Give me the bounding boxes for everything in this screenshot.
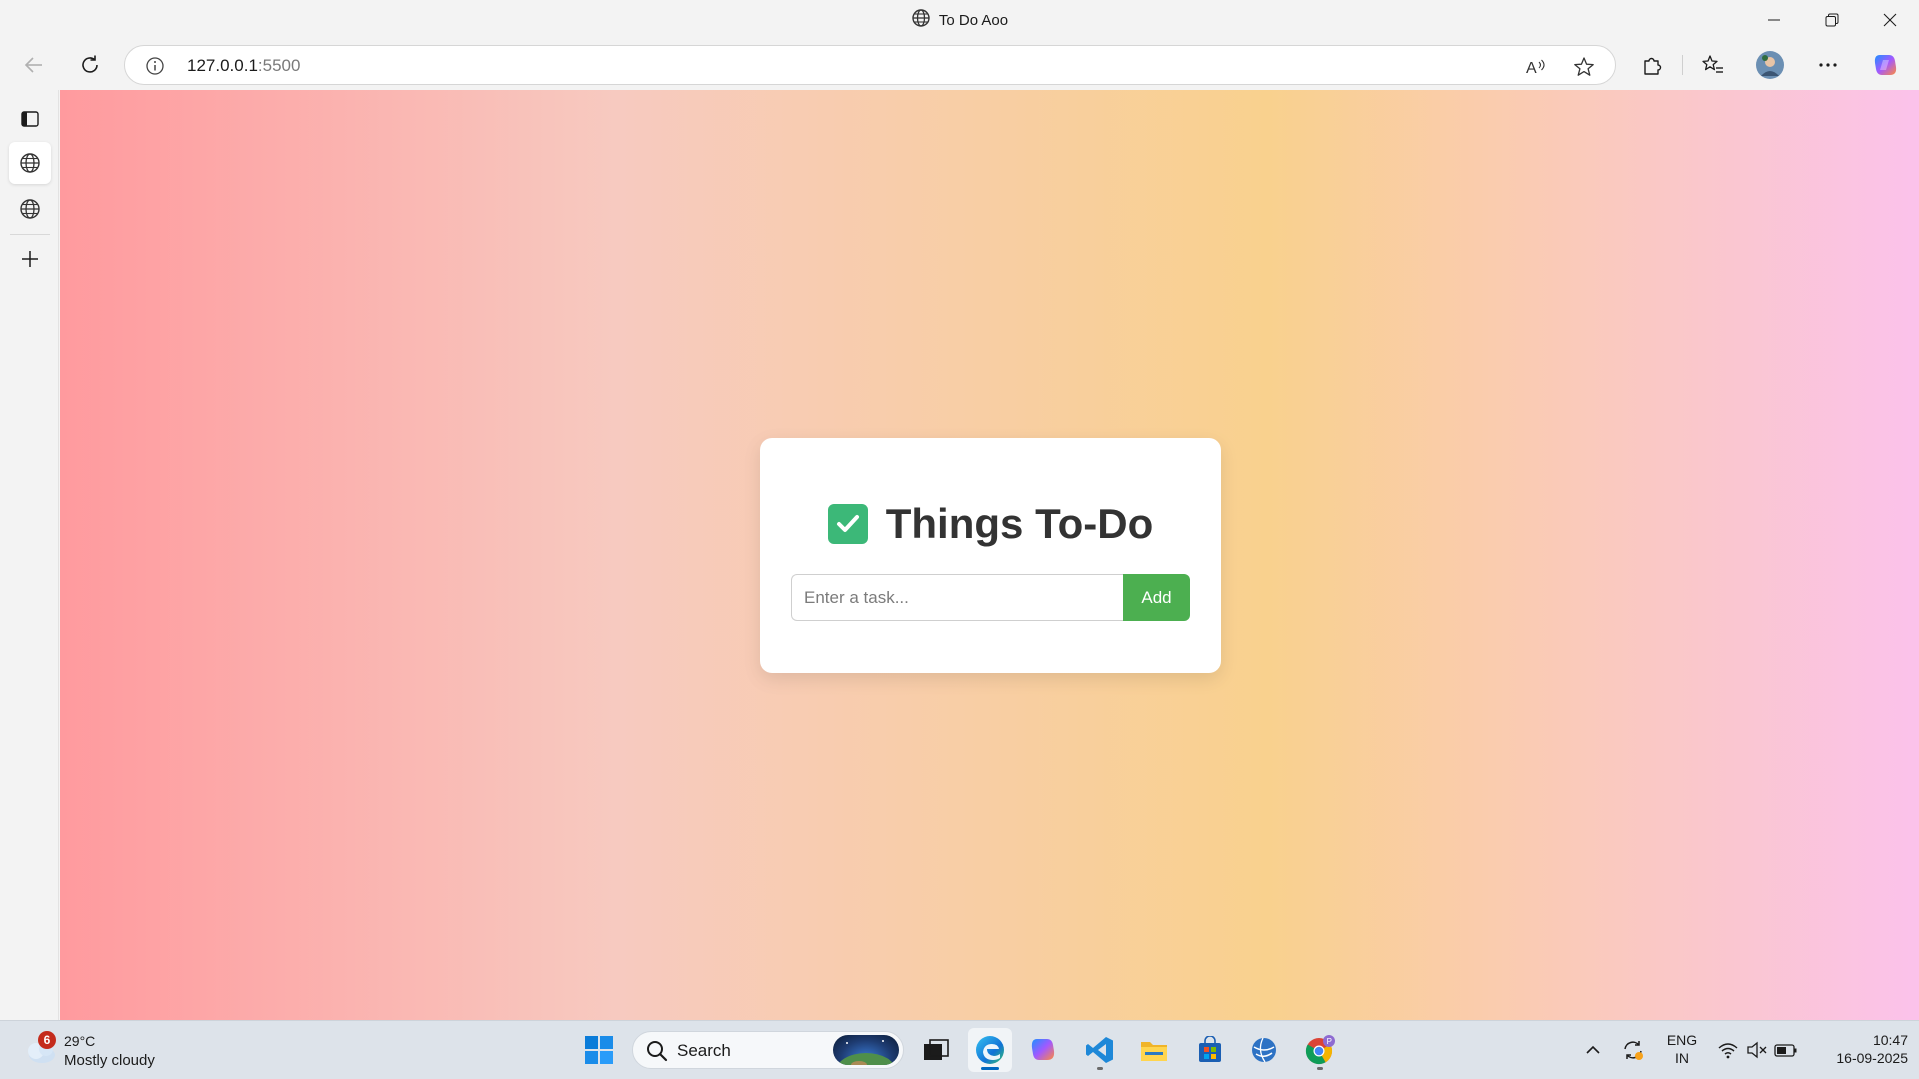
window-title: To Do Aoo (0, 0, 1919, 40)
search-highlight-image (833, 1035, 899, 1065)
page-title: Things To-Do (760, 500, 1221, 548)
new-tab-button[interactable] (9, 238, 51, 280)
favorites-list-icon (1702, 55, 1723, 73)
search-icon (645, 1039, 669, 1063)
active-app-indicator (981, 1067, 999, 1070)
page-title-text: Things To-Do (885, 500, 1154, 547)
task-view-icon (924, 1039, 949, 1060)
network-app-button[interactable] (1242, 1028, 1286, 1072)
restore-button[interactable] (1803, 0, 1861, 40)
weather-desc: Mostly cloudy (64, 1052, 155, 1069)
globe-icon (911, 8, 931, 32)
taskbar-search[interactable]: Search (632, 1031, 904, 1069)
title-bar: To Do Aoo (0, 0, 1919, 40)
refresh-button[interactable] (74, 49, 106, 81)
svg-text:P: P (1327, 1037, 1332, 1046)
window-title-text: To Do Aoo (938, 11, 1009, 29)
wifi-status[interactable] (1714, 1031, 1742, 1069)
show-hidden-icons-button[interactable] (1580, 1031, 1606, 1069)
globe-icon (20, 153, 40, 173)
tab-actions-button[interactable] (9, 98, 51, 140)
favorite-star-icon[interactable] (1571, 54, 1597, 80)
browser-toolbar: 127.0.0.1:5500 A (0, 40, 1919, 90)
copilot-button[interactable] (1870, 49, 1902, 81)
plus-icon (22, 251, 38, 267)
chrome-icon: P (1305, 1035, 1335, 1065)
sidebar-tab-active[interactable] (9, 142, 51, 184)
back-arrow-icon (24, 57, 42, 73)
task-view-button[interactable] (914, 1028, 958, 1072)
puzzle-icon (1644, 57, 1662, 75)
sidebar-divider (10, 234, 50, 235)
weather-temp: 29°C (64, 1033, 96, 1049)
url-host: 127.0.0.1 (187, 56, 258, 75)
tab-panel-icon (21, 111, 39, 127)
todo-card: Things To-Do Add (760, 438, 1221, 673)
toolbar-divider (1682, 55, 1683, 75)
sidebar-tab[interactable] (9, 188, 51, 230)
url-port: :5500 (257, 56, 301, 75)
wifi-icon (1718, 1043, 1738, 1059)
task-input[interactable] (791, 574, 1125, 621)
language-indicator[interactable]: ENG IN (1662, 1031, 1702, 1067)
copilot-icon (1031, 1039, 1055, 1060)
add-task-button[interactable]: Add (1123, 574, 1190, 621)
weather-badge: 6 (38, 1031, 56, 1049)
edge-app-button[interactable] (968, 1028, 1012, 1072)
sync-icon (1624, 1041, 1643, 1060)
avatar-icon (1756, 51, 1784, 79)
volume-status[interactable] (1744, 1031, 1770, 1069)
vscode-icon (1086, 1037, 1113, 1063)
vscode-app-button[interactable] (1078, 1028, 1122, 1072)
battery-status[interactable] (1772, 1031, 1800, 1069)
store-app-button[interactable] (1188, 1028, 1232, 1072)
check-mark-icon (827, 504, 868, 544)
clock-time: 10:47 (1872, 1032, 1908, 1048)
running-app-indicator (1097, 1067, 1103, 1070)
volume-muted-icon (1747, 1041, 1767, 1059)
read-aloud-icon[interactable]: A (1523, 54, 1549, 80)
search-label: Search (677, 1041, 731, 1060)
battery-icon (1774, 1044, 1797, 1057)
taskbar: 6 29°C Mostly cloudy Search P ENG IN 10:… (0, 1020, 1919, 1079)
close-icon (1883, 13, 1897, 27)
edge-icon (976, 1036, 1004, 1064)
folder-icon (1141, 1042, 1167, 1061)
vertical-tabs-sidebar (0, 90, 59, 1020)
globe-network-icon (1252, 1037, 1276, 1063)
more-dots-icon (1819, 63, 1837, 67)
window-controls (1745, 0, 1919, 40)
copilot-app-button[interactable] (1022, 1028, 1066, 1072)
restore-icon (1825, 13, 1839, 27)
running-app-indicator (1317, 1067, 1323, 1070)
copilot-icon (1874, 55, 1897, 75)
language-region: IN (1675, 1050, 1689, 1066)
start-button[interactable] (577, 1028, 621, 1072)
page-viewport: Things To-Do Add (60, 90, 1919, 1020)
windows-logo-icon (585, 1036, 613, 1064)
url-text[interactable]: 127.0.0.1:5500 (187, 56, 300, 76)
close-button[interactable] (1861, 0, 1919, 40)
favorites-button[interactable] (1697, 49, 1729, 81)
store-icon (1199, 1036, 1221, 1062)
address-bar[interactable]: 127.0.0.1:5500 A (124, 45, 1616, 85)
globe-icon (20, 199, 40, 219)
clock-date: 16-09-2025 (1836, 1050, 1908, 1066)
refresh-icon (82, 55, 98, 73)
svg-text:A: A (1526, 60, 1537, 77)
clock[interactable]: 10:47 16-09-2025 (1812, 1031, 1908, 1067)
minimize-button[interactable] (1745, 0, 1803, 40)
chrome-app-button[interactable]: P (1298, 1028, 1342, 1072)
profile-avatar[interactable] (1754, 49, 1786, 81)
language-code: ENG (1666, 1032, 1698, 1048)
minimize-icon (1768, 19, 1780, 21)
back-button[interactable] (18, 49, 50, 81)
file-explorer-button[interactable] (1132, 1028, 1176, 1072)
weather-widget[interactable]: 6 29°C Mostly cloudy (22, 1031, 172, 1071)
info-icon[interactable] (143, 54, 167, 78)
chevron-up-icon (1586, 1045, 1600, 1054)
more-options-button[interactable] (1812, 49, 1844, 81)
extensions-button[interactable] (1636, 49, 1668, 81)
sync-tray-button[interactable] (1618, 1031, 1648, 1069)
